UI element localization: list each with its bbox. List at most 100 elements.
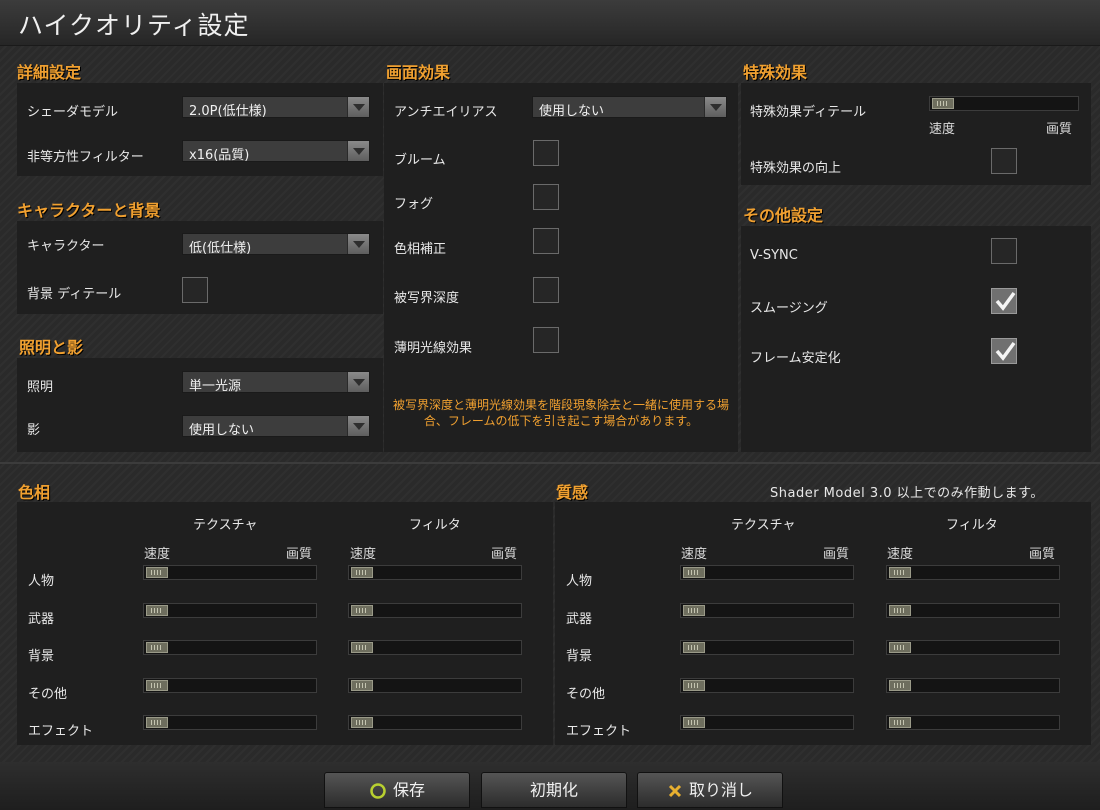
slider-thumb[interactable]: [889, 680, 911, 691]
hue-texture-slider[interactable]: [143, 640, 317, 655]
tq-texture-slider[interactable]: [680, 640, 854, 655]
shadow-value: 使用しない: [189, 423, 255, 438]
slider-thumb[interactable]: [351, 717, 373, 728]
x-icon: [668, 784, 682, 797]
slider-thumb[interactable]: [146, 680, 168, 691]
hue-row-label: 人物: [28, 574, 55, 589]
hue-section-title: 色相: [18, 483, 51, 502]
dof-checkbox[interactable]: [533, 277, 559, 303]
antialias-label: アンチエイリアス: [394, 105, 498, 120]
hue-filter-quality-label: 画質: [491, 547, 518, 562]
tq-filter-slider[interactable]: [886, 715, 1060, 730]
hue-filter-slider[interactable]: [348, 715, 522, 730]
tq-filter-quality-label: 画質: [1029, 547, 1056, 562]
light-dropdown[interactable]: 単一光源: [182, 371, 370, 394]
special-improve-label: 特殊効果の向上: [750, 161, 842, 176]
screen-effect-warning: 被写界深度と薄明光線効果を階段現象除去と一緒に使用する場合、フレームの低下を引き…: [392, 398, 729, 428]
hue-texture-slider[interactable]: [143, 678, 317, 693]
hue-texture-quality-label: 画質: [286, 547, 313, 562]
shader-model-dropdown[interactable]: 2.0P(低仕様): [182, 96, 370, 119]
light-value: 単一光源: [189, 379, 242, 394]
hue-texture-header: テクスチャ: [193, 518, 258, 533]
special-improve-checkbox[interactable]: [991, 148, 1017, 174]
slider-thumb[interactable]: [146, 717, 168, 728]
slider-thumb[interactable]: [683, 642, 705, 653]
fog-checkbox[interactable]: [533, 184, 559, 210]
tq-texture-slider[interactable]: [680, 603, 854, 618]
slider-thumb[interactable]: [351, 567, 373, 578]
hue-row-label: エフェクト: [28, 724, 94, 739]
cancel-button-label: 取り消し: [688, 780, 753, 800]
slider-thumb[interactable]: [146, 567, 168, 578]
hue-filter-slider[interactable]: [348, 678, 522, 693]
hue-filter-slider[interactable]: [348, 640, 522, 655]
frame-stab-checkbox[interactable]: [991, 338, 1017, 364]
antialias-dropdown[interactable]: 使用しない: [532, 96, 727, 119]
slider-thumb[interactable]: [889, 605, 911, 616]
chevron-down-icon: [347, 97, 369, 117]
texture-quality-panel: [555, 502, 1091, 745]
light-shaft-checkbox[interactable]: [533, 327, 559, 353]
chevron-down-icon: [347, 234, 369, 254]
tq-filter-slider[interactable]: [886, 565, 1060, 580]
shadow-label: 影: [27, 423, 41, 438]
slider-thumb[interactable]: [146, 605, 168, 616]
vsync-checkbox[interactable]: [991, 238, 1017, 264]
checkmark-icon: [995, 291, 1016, 311]
hue-filter-slider[interactable]: [348, 603, 522, 618]
screen-section-title: 画面効果: [386, 63, 451, 82]
color-correction-label: 色相補正: [394, 242, 447, 257]
special-section-title: 特殊効果: [743, 63, 808, 82]
hue-row-label: 武器: [28, 612, 55, 627]
special-quality-label: 画質: [1046, 122, 1073, 137]
save-button[interactable]: 保存: [324, 772, 470, 808]
bg-detail-checkbox[interactable]: [182, 277, 208, 303]
tq-texture-speed-label: 速度: [681, 547, 708, 562]
tq-filter-slider[interactable]: [886, 678, 1060, 693]
circle-icon: [370, 782, 386, 799]
slider-thumb[interactable]: [889, 717, 911, 728]
character-dropdown[interactable]: 低(低仕様): [182, 233, 370, 256]
cancel-button[interactable]: 取り消し: [637, 772, 783, 808]
slider-thumb[interactable]: [146, 642, 168, 653]
slider-thumb[interactable]: [683, 717, 705, 728]
reset-button[interactable]: 初期化: [481, 772, 627, 808]
tq-row-label: 武器: [566, 612, 593, 627]
slider-thumb[interactable]: [683, 567, 705, 578]
slider-thumb[interactable]: [351, 605, 373, 616]
slider-thumb[interactable]: [889, 567, 911, 578]
aniso-filter-value: x16(品質): [189, 148, 250, 163]
tq-texture-slider[interactable]: [680, 715, 854, 730]
reset-button-label: 初期化: [529, 780, 578, 800]
bloom-label: ブルーム: [394, 153, 446, 168]
special-detail-label: 特殊効果ディテール: [750, 105, 867, 120]
charbg-section-title: キャラクターと背景: [17, 201, 161, 220]
hue-filter-header: フィルタ: [409, 518, 461, 533]
hue-texture-slider[interactable]: [143, 603, 317, 618]
frame-stab-label: フレーム安定化: [750, 351, 841, 366]
tq-texture-slider[interactable]: [680, 678, 854, 693]
hue-texture-slider[interactable]: [143, 715, 317, 730]
hue-filter-slider[interactable]: [348, 565, 522, 580]
slider-thumb[interactable]: [351, 642, 373, 653]
hue-texture-slider[interactable]: [143, 565, 317, 580]
texture-quality-section-title: 質感: [556, 483, 589, 502]
chevron-down-icon: [704, 97, 726, 117]
tq-texture-slider[interactable]: [680, 565, 854, 580]
slider-thumb[interactable]: [683, 680, 705, 691]
smoothing-checkbox[interactable]: [991, 288, 1017, 314]
slider-thumb[interactable]: [683, 605, 705, 616]
special-detail-slider[interactable]: [929, 96, 1079, 111]
tq-filter-slider[interactable]: [886, 640, 1060, 655]
shadow-dropdown[interactable]: 使用しない: [182, 415, 370, 438]
tq-row-label: エフェクト: [566, 724, 632, 739]
tq-filter-slider[interactable]: [886, 603, 1060, 618]
aniso-filter-dropdown[interactable]: x16(品質): [182, 140, 370, 163]
antialias-value: 使用しない: [539, 104, 605, 119]
slider-thumb[interactable]: [351, 680, 373, 691]
tq-filter-header: フィルタ: [946, 518, 998, 533]
color-correction-checkbox[interactable]: [533, 228, 559, 254]
slider-thumb[interactable]: [932, 98, 954, 109]
bloom-checkbox[interactable]: [533, 140, 559, 166]
slider-thumb[interactable]: [889, 642, 911, 653]
